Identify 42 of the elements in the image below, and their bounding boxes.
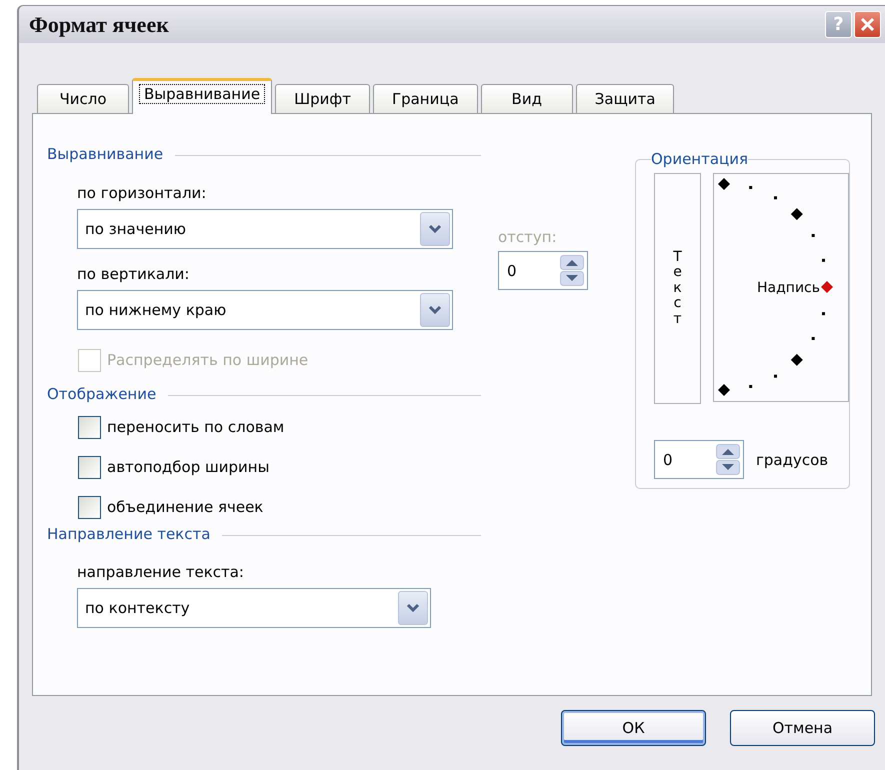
tab[interactable]: Вид (480, 84, 573, 113)
checkbox-label: автоподбор ширины (107, 458, 270, 476)
chevron-down-icon (406, 603, 420, 613)
field-label: отступ: (498, 227, 557, 247)
checkbox[interactable] (78, 456, 101, 478)
checkbox-label: переносить по словам (107, 418, 284, 436)
checkbox-label: Распределять по ширине (107, 351, 308, 369)
window-title: Формат ячеек (29, 12, 170, 38)
spinner-buttons[interactable] (560, 255, 584, 286)
tab[interactable]: Выравнивание (132, 78, 272, 114)
dropdown-field[interactable]: по контексту (77, 588, 431, 628)
section-heading: Выравнивание (47, 145, 164, 163)
tab[interactable]: Число (37, 84, 129, 113)
tab[interactable]: Защита (576, 84, 674, 113)
field-label: направление текста: (77, 562, 244, 582)
checkbox[interactable] (78, 496, 101, 518)
chevron-down-icon (428, 305, 442, 315)
ok-button[interactable]: ОК (561, 710, 706, 746)
dropdown-field[interactable]: по нижнему краю (77, 290, 453, 330)
spinner-buttons[interactable] (716, 444, 740, 475)
unit-label: градусов (756, 450, 828, 468)
chevron-down-icon (428, 224, 442, 234)
close-button[interactable] (854, 11, 881, 38)
cancel-button[interactable]: Отмена (730, 710, 875, 746)
tab[interactable]: Шрифт (275, 84, 370, 113)
section-heading: Направление текста (47, 525, 210, 543)
tab[interactable]: Граница (372, 84, 478, 113)
checkbox[interactable] (78, 416, 101, 438)
dropdown-field[interactable]: по значению (77, 209, 453, 249)
dropdown-arrow-button[interactable] (398, 591, 428, 625)
field-label: по горизонтали: (77, 183, 206, 203)
dropdown-arrow-button[interactable] (420, 293, 450, 327)
dial-label: Надпись (757, 280, 820, 296)
orientation-dial[interactable]: Надпись (713, 173, 849, 402)
vertical-text-button[interactable]: Текст (654, 173, 701, 404)
field-label: по вертикали: (77, 264, 190, 284)
section-heading: Отображение (47, 385, 156, 403)
spin-field[interactable]: 0 (654, 440, 744, 479)
group-title: Ориентация (651, 149, 748, 169)
close-icon (859, 16, 876, 33)
dropdown-arrow-button[interactable] (420, 212, 450, 246)
checkbox-label: объединение ячеек (107, 498, 264, 516)
